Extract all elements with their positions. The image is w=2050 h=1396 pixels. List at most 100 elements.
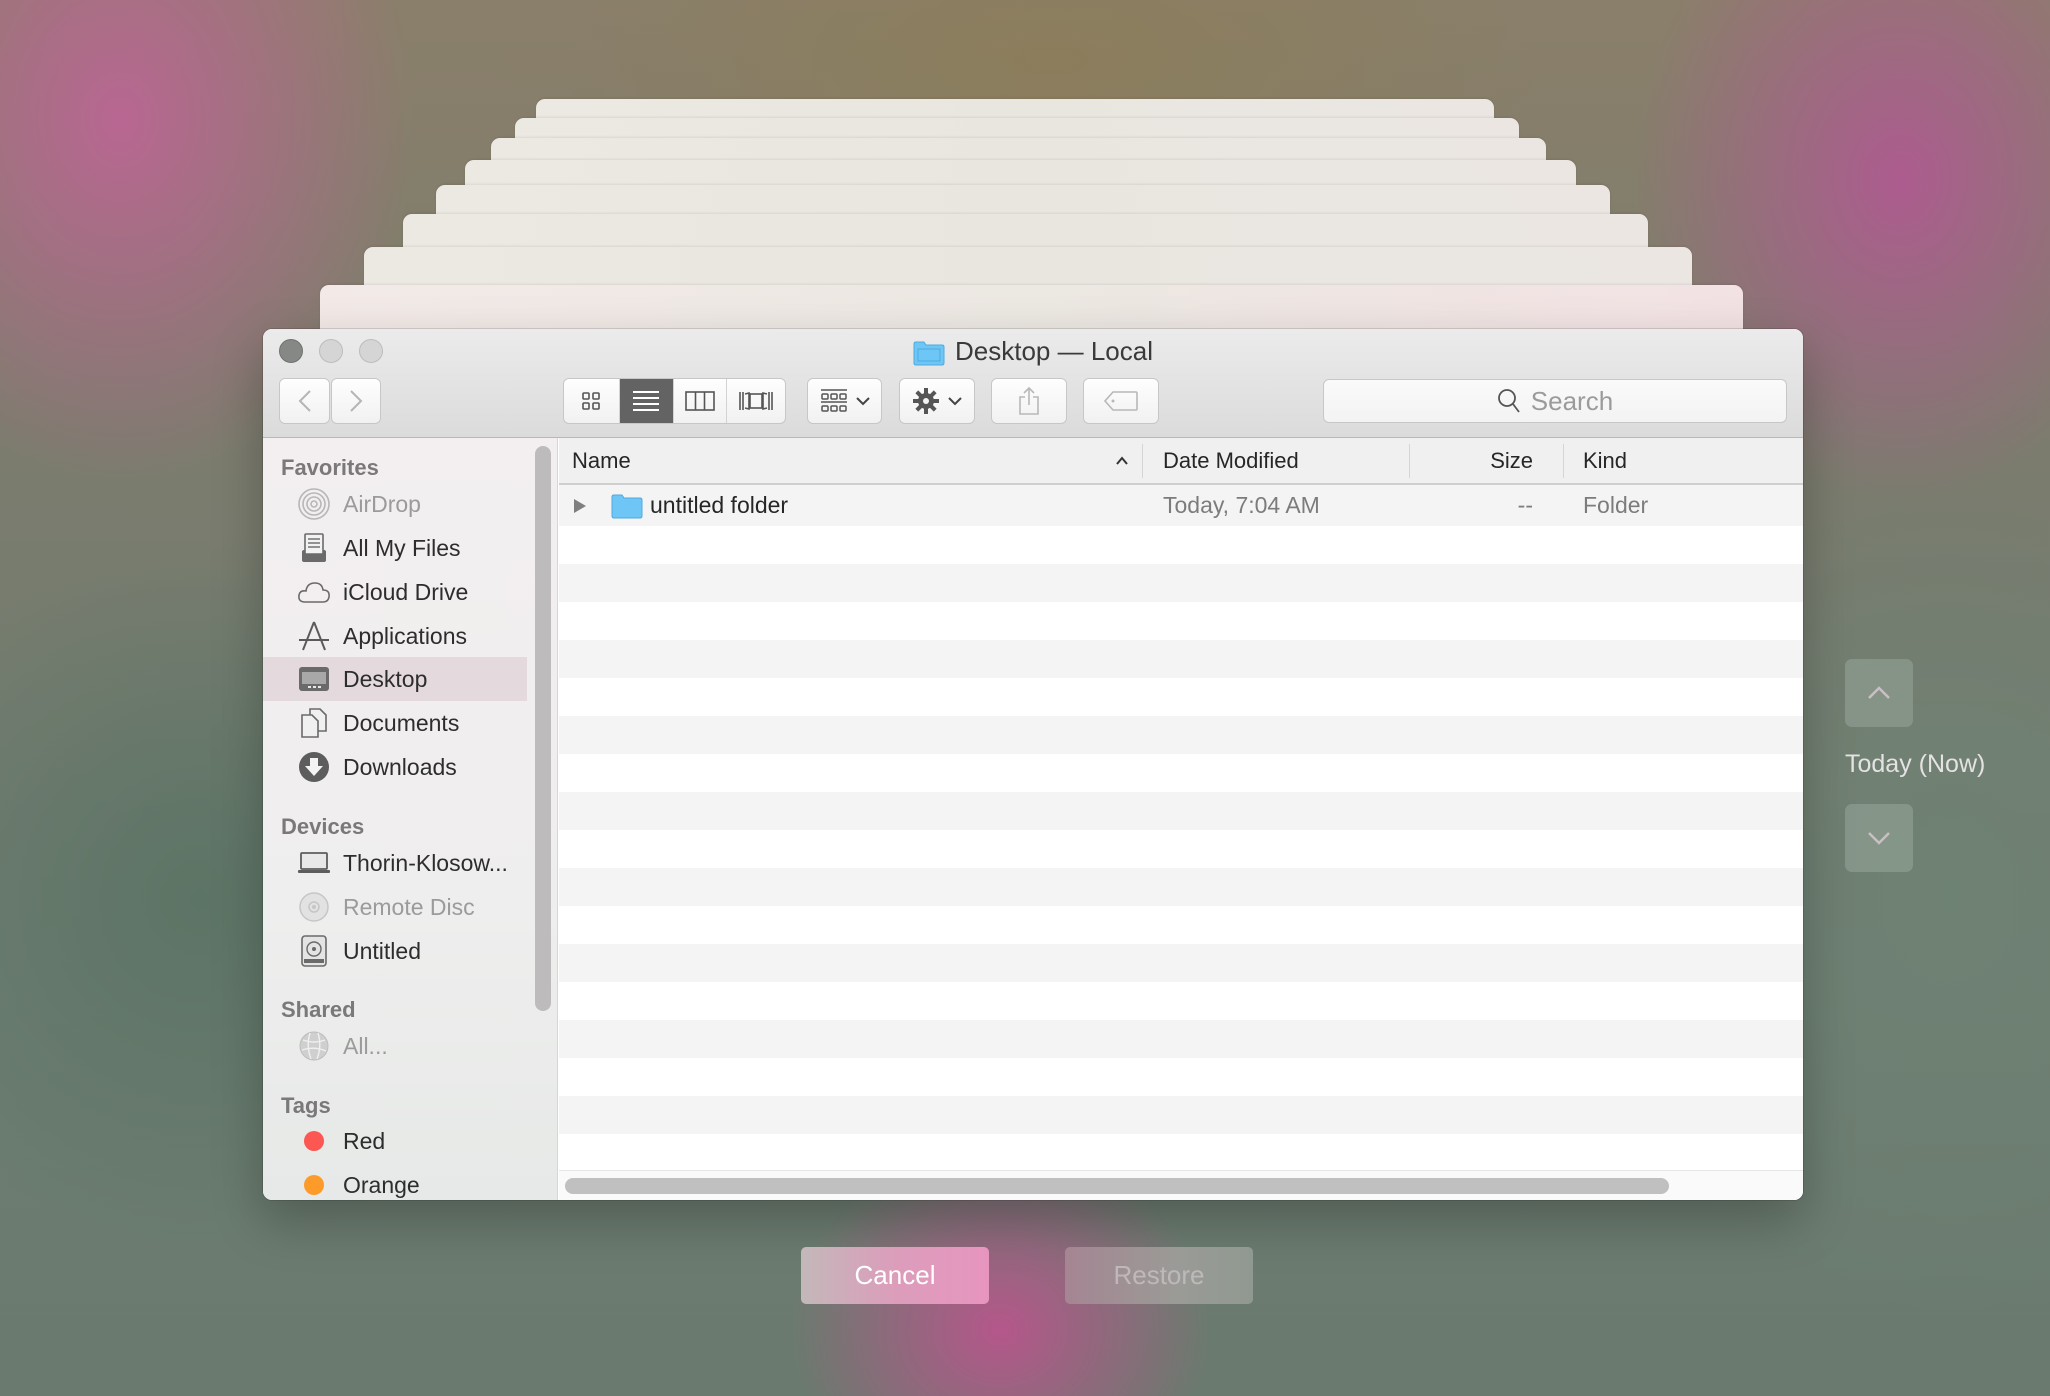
tags-heading: Tags bbox=[281, 1093, 331, 1118]
window-title: Desktop — Local bbox=[263, 336, 1803, 367]
sidebar-item-label: Desktop bbox=[343, 665, 428, 692]
action-button[interactable] bbox=[899, 378, 975, 424]
sidebar-item-tag-orange[interactable]: Orange bbox=[263, 1163, 527, 1200]
share-icon bbox=[1019, 386, 1039, 415]
file-size: -- bbox=[1517, 492, 1533, 518]
sidebar-item-remote-disc[interactable]: Remote Disc bbox=[263, 885, 527, 929]
column-divider[interactable] bbox=[1142, 444, 1143, 478]
network-icon bbox=[297, 1029, 331, 1063]
applications-icon bbox=[297, 619, 331, 653]
sort-ascending-icon[interactable] bbox=[1115, 438, 1129, 483]
column-header-name[interactable]: Name bbox=[572, 438, 631, 483]
empty-row bbox=[559, 792, 1803, 830]
column-divider[interactable] bbox=[1563, 444, 1564, 478]
column-header-row: Name Date Modified Size Kind bbox=[559, 438, 1803, 485]
chevron-up-icon bbox=[1868, 686, 1890, 699]
sidebar-item-downloads[interactable]: Downloads bbox=[263, 745, 527, 789]
sidebar-item-computer[interactable]: Thorin-Klosow... bbox=[263, 841, 527, 885]
finder-window: Desktop — Local Search Favorites AirDrop… bbox=[263, 329, 1803, 1200]
chevron-left-icon bbox=[298, 390, 311, 412]
folder-icon bbox=[913, 340, 945, 365]
empty-row bbox=[559, 982, 1803, 1020]
sidebar-item-tag-red[interactable]: Red bbox=[263, 1119, 527, 1163]
hard-drive-icon bbox=[297, 934, 331, 968]
search-placeholder: Search bbox=[1530, 385, 1614, 416]
file-date-modified: Today, 7:04 AM bbox=[1163, 492, 1320, 518]
cancel-button[interactable]: Cancel bbox=[801, 1247, 989, 1304]
later-version-button[interactable] bbox=[1845, 804, 1913, 872]
sidebar-item-label: All... bbox=[343, 1032, 388, 1059]
chevron-right-icon bbox=[350, 390, 363, 412]
chevron-down-icon bbox=[855, 397, 870, 406]
disclosure-triangle-icon[interactable] bbox=[573, 485, 587, 526]
restore-button[interactable]: Restore bbox=[1065, 1247, 1253, 1304]
tag-button[interactable] bbox=[1083, 378, 1159, 424]
view-mode-control bbox=[563, 378, 786, 424]
arrange-button[interactable] bbox=[807, 378, 882, 424]
empty-row bbox=[559, 716, 1803, 754]
earlier-version-button[interactable] bbox=[1845, 659, 1913, 727]
column-header-kind[interactable]: Kind bbox=[1583, 438, 1627, 483]
column-view-icon bbox=[684, 391, 715, 411]
file-rows: untitled folder Today, 7:04 AM -- Folder bbox=[559, 485, 1803, 1172]
empty-row bbox=[559, 678, 1803, 716]
chevron-down-icon bbox=[948, 397, 962, 406]
empty-row bbox=[559, 640, 1803, 678]
file-list: Name Date Modified Size Kind untitled fo… bbox=[559, 438, 1803, 1200]
list-view-button[interactable] bbox=[619, 379, 675, 423]
column-header-date-modified[interactable]: Date Modified bbox=[1163, 438, 1299, 483]
share-button[interactable] bbox=[991, 378, 1067, 424]
empty-row bbox=[559, 1020, 1803, 1058]
horizontal-scrollbar-thumb[interactable] bbox=[565, 1178, 1669, 1194]
devices-heading: Devices bbox=[281, 814, 365, 839]
sidebar-item-documents[interactable]: Documents bbox=[263, 701, 527, 745]
sidebar-item-shared-all[interactable]: All... bbox=[263, 1024, 527, 1068]
sidebar-item-label: Untitled bbox=[343, 937, 421, 964]
empty-row bbox=[559, 602, 1803, 640]
red-tag-dot-icon bbox=[297, 1124, 331, 1158]
back-button[interactable] bbox=[279, 378, 330, 424]
file-row[interactable]: untitled folder Today, 7:04 AM -- Folder bbox=[559, 485, 1803, 526]
sidebar-item-icloud-drive[interactable]: iCloud Drive bbox=[263, 570, 527, 614]
cover-flow-button[interactable] bbox=[727, 379, 785, 423]
cloud-icon bbox=[297, 575, 331, 609]
list-view-icon bbox=[633, 391, 660, 411]
horizontal-scrollbar[interactable] bbox=[559, 1170, 1803, 1200]
sidebar: Favorites AirDrop All My Files iCloud Dr… bbox=[263, 438, 558, 1200]
arrange-icon bbox=[820, 389, 847, 412]
sidebar-item-label: All My Files bbox=[343, 534, 461, 561]
empty-row bbox=[559, 526, 1803, 564]
airdrop-icon bbox=[297, 487, 331, 521]
sidebar-scrollbar[interactable] bbox=[535, 446, 551, 1011]
sidebar-item-airdrop[interactable]: AirDrop bbox=[263, 482, 527, 526]
empty-row bbox=[559, 1096, 1803, 1134]
sidebar-item-applications[interactable]: Applications bbox=[263, 614, 527, 658]
all-my-files-icon bbox=[297, 531, 331, 565]
sidebar-item-untitled[interactable]: Untitled bbox=[263, 929, 527, 973]
sidebar-item-all-my-files[interactable]: All My Files bbox=[263, 526, 527, 570]
column-view-button[interactable] bbox=[674, 379, 727, 423]
sidebar-item-label: Remote Disc bbox=[343, 893, 475, 920]
orange-tag-dot-icon bbox=[297, 1168, 331, 1200]
cover-flow-icon bbox=[738, 391, 773, 411]
column-header-size[interactable]: Size bbox=[1409, 438, 1533, 483]
sidebar-item-desktop[interactable]: Desktop bbox=[263, 657, 527, 701]
empty-row bbox=[559, 754, 1803, 792]
tag-icon bbox=[1103, 391, 1138, 411]
forward-button[interactable] bbox=[331, 378, 381, 424]
sidebar-item-label: Red bbox=[343, 1127, 386, 1154]
search-field[interactable]: Search bbox=[1323, 379, 1787, 423]
window-title-text: Desktop — Local bbox=[955, 336, 1153, 366]
file-kind: Folder bbox=[1583, 492, 1649, 518]
disc-icon bbox=[297, 890, 331, 924]
shared-heading: Shared bbox=[281, 997, 356, 1022]
chevron-down-icon bbox=[1868, 832, 1890, 845]
sidebar-item-label: iCloud Drive bbox=[343, 578, 469, 605]
sidebar-item-label: Thorin-Klosow... bbox=[343, 849, 508, 876]
documents-icon bbox=[297, 706, 331, 740]
icon-view-button[interactable] bbox=[564, 379, 620, 423]
icon-view-icon bbox=[582, 392, 601, 410]
empty-row bbox=[559, 1058, 1803, 1096]
downloads-icon bbox=[297, 750, 331, 784]
title-bar: Desktop — Local Search bbox=[263, 329, 1803, 438]
